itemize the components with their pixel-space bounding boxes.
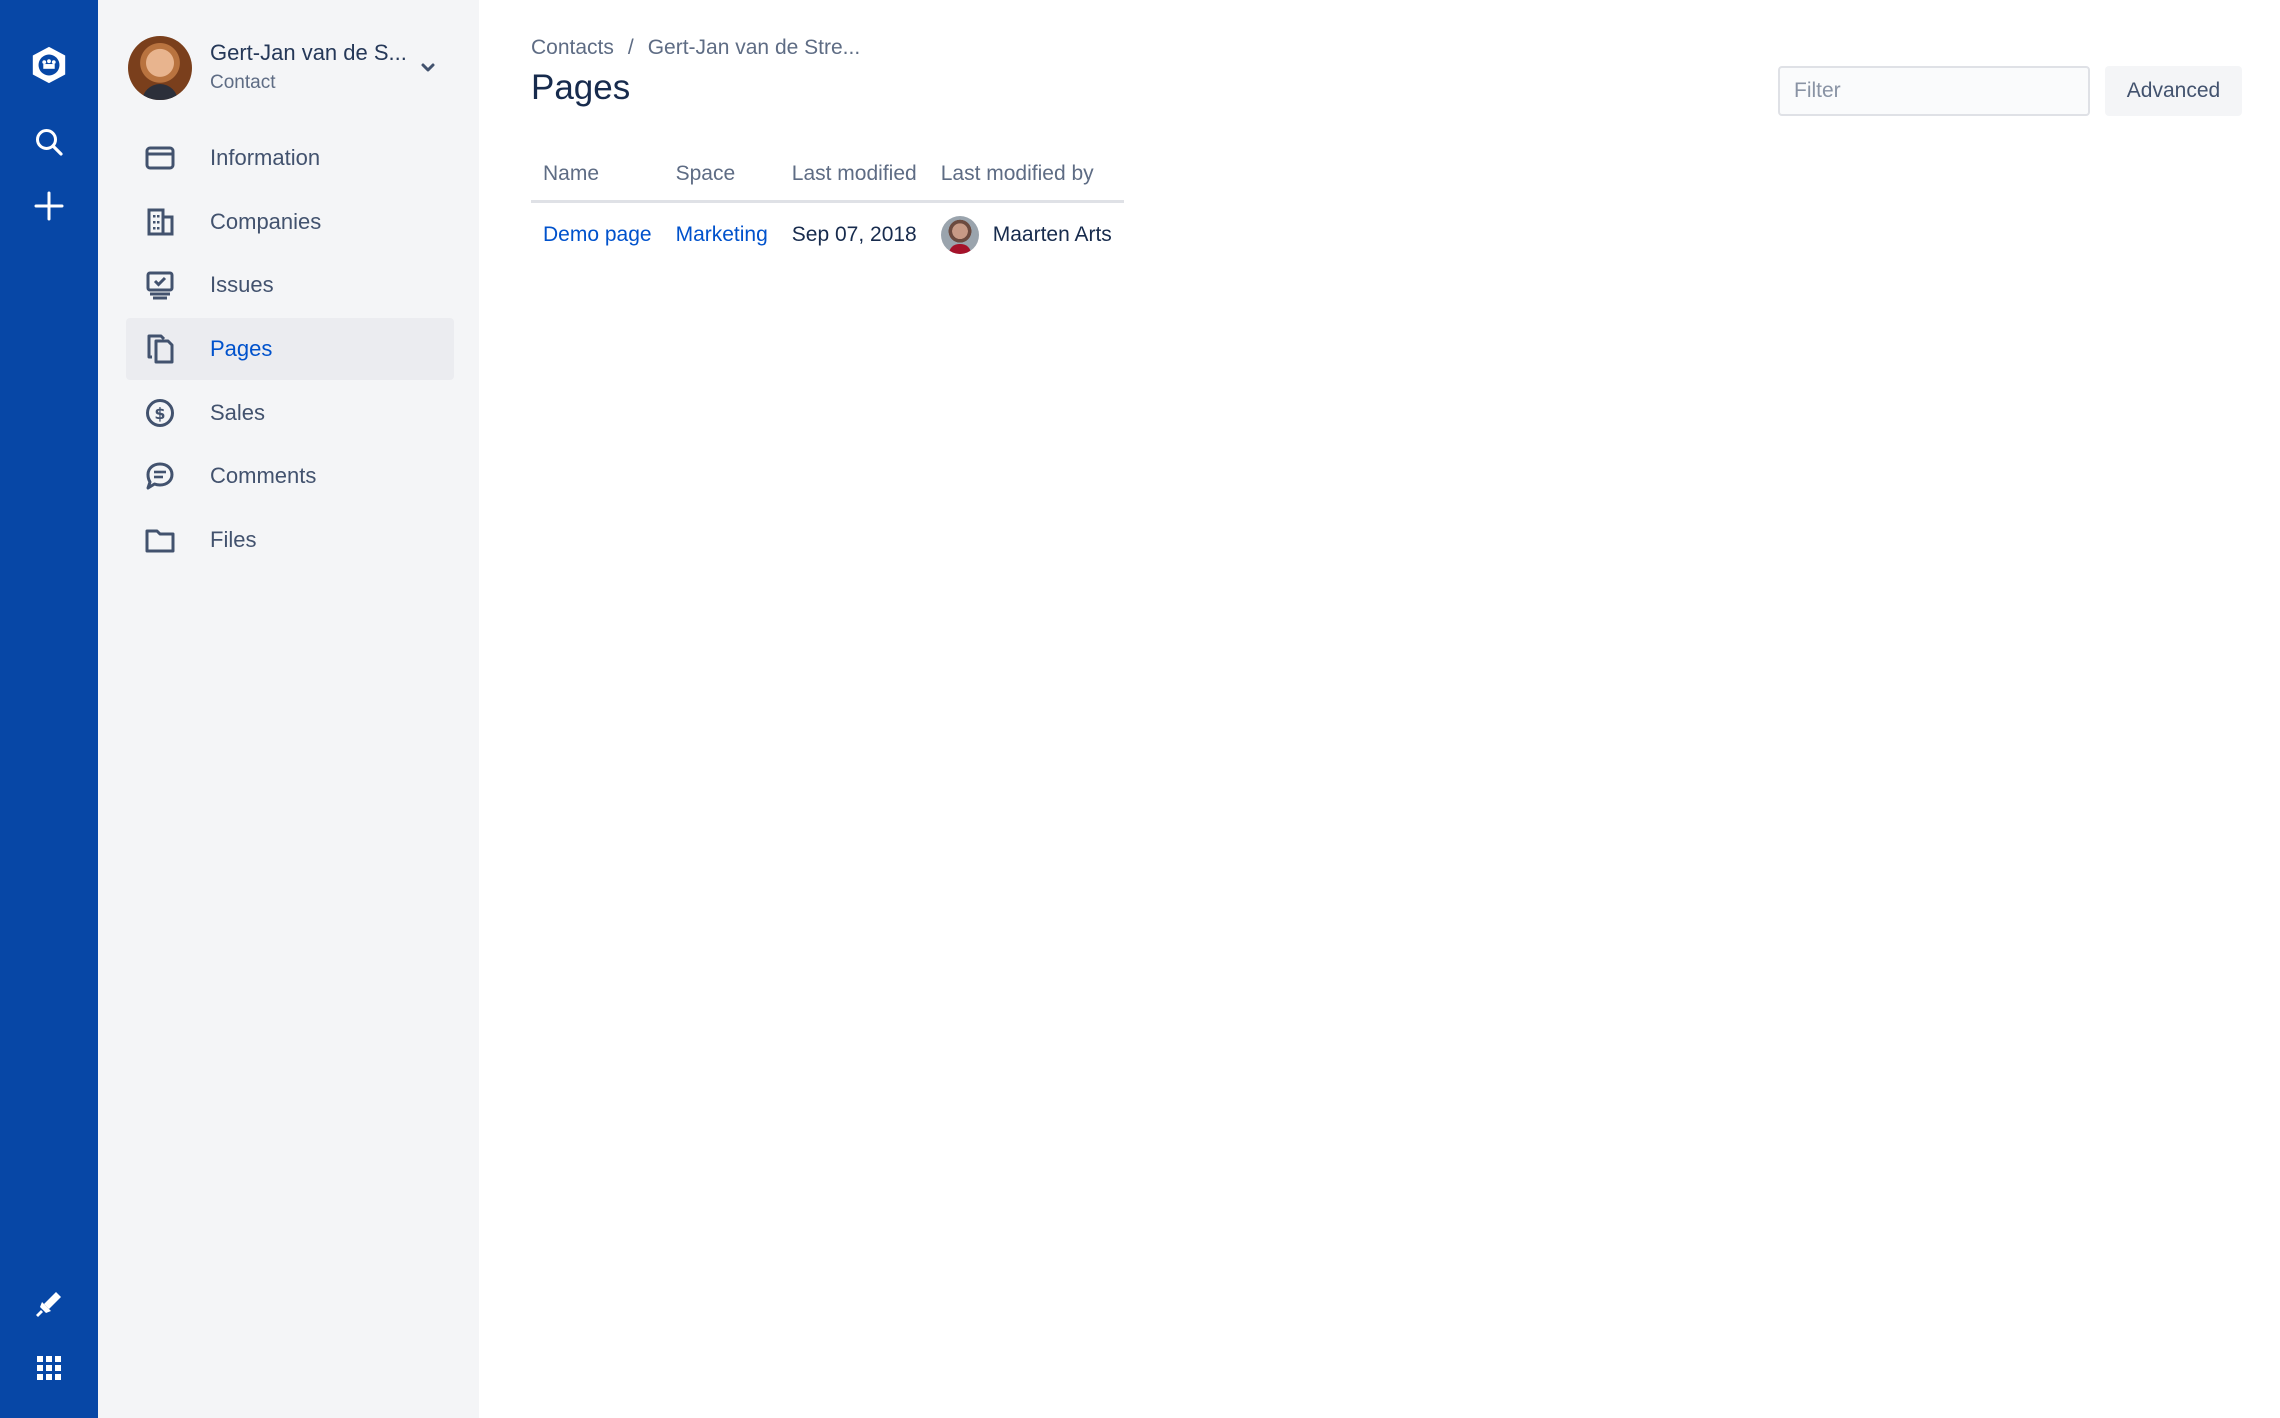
column-header-last-modified[interactable]: Last modified <box>779 158 929 203</box>
breadcrumb-contacts[interactable]: Contacts <box>531 36 614 59</box>
sidebar-item-issues[interactable]: Issues <box>126 254 454 316</box>
contact-type: Contact <box>210 72 276 93</box>
global-nav <box>0 0 98 1418</box>
sidebar-item-label: Pages <box>210 336 273 361</box>
dollar-icon: $ <box>142 395 178 431</box>
sidebar-item-label: Sales <box>210 400 266 425</box>
sidebar-item-label: Comments <box>210 463 317 488</box>
sidebar-item-information[interactable]: Information <box>126 127 454 189</box>
sidebar-item-label: Files <box>210 527 257 552</box>
sidebar-item-sales[interactable]: $ Sales <box>126 382 454 444</box>
breadcrumb-separator: / <box>627 36 634 59</box>
plus-icon[interactable] <box>29 186 69 226</box>
sidebar-item-companies[interactable]: Companies <box>126 191 454 253</box>
sidebar-item-label: Companies <box>210 209 322 234</box>
chevron-down-icon[interactable] <box>418 58 438 78</box>
sidebar-item-comments[interactable]: Comments <box>126 445 454 507</box>
folder-icon <box>142 522 178 558</box>
building-icon <box>142 204 178 240</box>
cell-last-modified: Sep 07, 2018 <box>791 223 917 246</box>
app-switcher-icon[interactable] <box>29 1348 69 1388</box>
table-header-row: Name Space Last modified Last modified b… <box>531 158 1124 203</box>
breadcrumb: Contacts / Gert-Jan van de Stre... <box>531 36 860 60</box>
cell-last-modified-by: Maarten Arts <box>929 202 1124 268</box>
search-icon[interactable] <box>29 122 69 162</box>
user-avatar <box>940 216 979 254</box>
avatar <box>128 36 192 100</box>
column-header-last-modified-by[interactable]: Last modified by <box>928 158 1124 203</box>
notification-icon[interactable] <box>29 1284 69 1324</box>
sidebar: Gert-Jan van de S... Contact Information… <box>98 0 479 1418</box>
pages-table: Name Space Last modified Last modified b… <box>531 158 1124 267</box>
column-header-space[interactable]: Space <box>663 158 780 203</box>
sidebar-item-pages[interactable]: Pages <box>126 318 454 380</box>
app-logo-icon[interactable] <box>29 45 69 85</box>
issues-icon <box>142 267 178 303</box>
comment-icon <box>142 458 178 494</box>
table-row: Demo page Marketing Sep 07, 2018 Maarten… <box>531 202 1124 268</box>
contact-name: Gert-Jan van de S... <box>210 40 407 65</box>
cell-name: Demo page <box>531 202 664 268</box>
contact-header[interactable]: Gert-Jan van de S... Contact <box>128 36 458 100</box>
breadcrumb-contact[interactable]: Gert-Jan van de Stre... <box>648 36 860 59</box>
main-content: Contacts / Gert-Jan van de Stre... Pages A… <box>479 0 2280 1418</box>
column-header-name[interactable]: Name <box>531 158 664 203</box>
advanced-button[interactable]: Advanced <box>2105 66 2242 116</box>
sidebar-item-files[interactable]: Files <box>126 509 454 571</box>
sidebar-item-label: Issues <box>210 272 274 297</box>
pages-icon <box>142 331 178 367</box>
cell-space: Marketing <box>664 202 780 268</box>
page-title: Pages <box>531 68 631 107</box>
card-icon <box>142 140 178 176</box>
svg-text:$: $ <box>154 404 165 423</box>
sidebar-item-label: Information <box>210 145 321 170</box>
filter-input[interactable] <box>1778 66 2090 116</box>
page-link[interactable]: Demo page <box>543 223 652 246</box>
user-name: Maarten Arts <box>992 223 1112 246</box>
space-link[interactable]: Marketing <box>676 223 768 246</box>
